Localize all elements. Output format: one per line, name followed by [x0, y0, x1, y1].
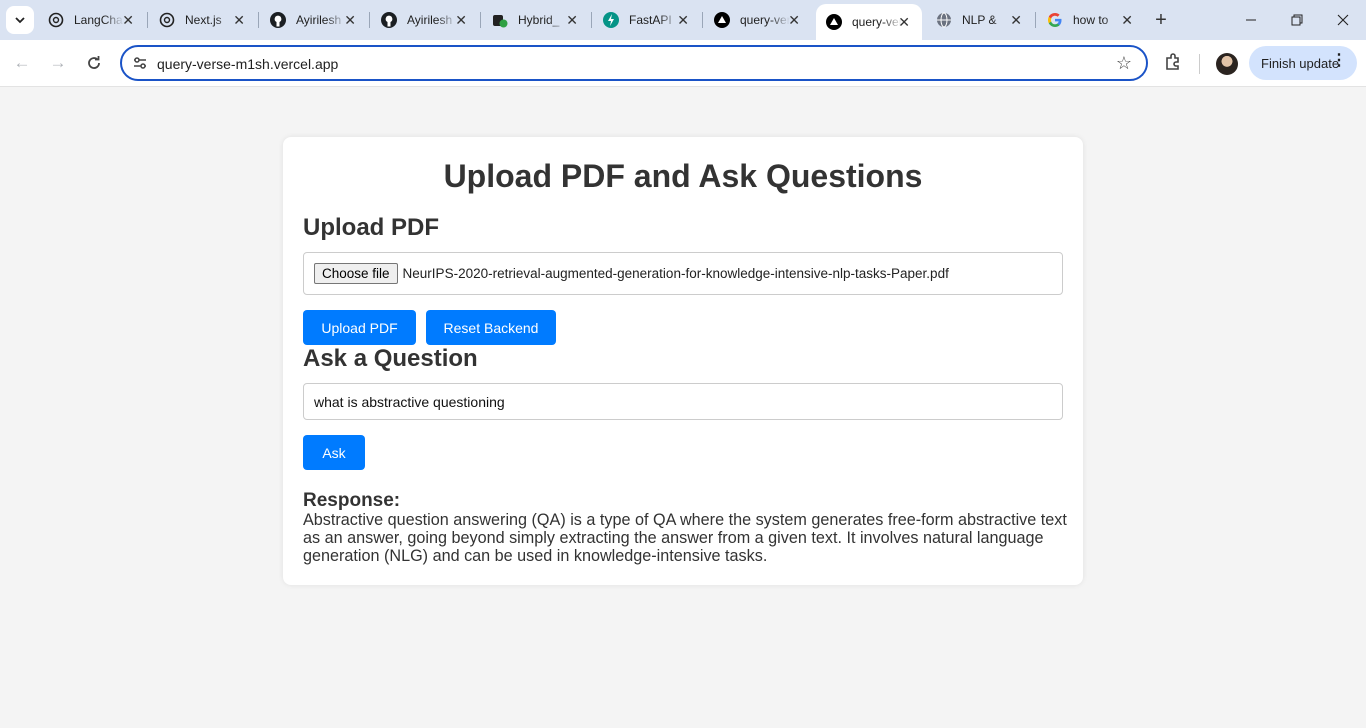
github-icon [270, 12, 286, 28]
toolbar-divider [1199, 54, 1200, 74]
restore-button[interactable] [1274, 0, 1320, 40]
page-title: Upload PDF and Ask Questions [443, 158, 923, 194]
tab-title: Ayirilesh [407, 13, 453, 27]
bookmark-star-icon[interactable]: ☆ [1116, 53, 1132, 74]
tab-fastapi[interactable]: FastAPI ✕ [593, 6, 701, 34]
hybrid-icon [492, 12, 508, 28]
openai-icon [48, 12, 64, 28]
restore-icon [1291, 14, 1303, 26]
tab-divider [369, 12, 370, 28]
google-icon [1047, 12, 1063, 28]
finish-update-button[interactable]: Finish update ⋮ [1249, 46, 1357, 80]
window-close-button[interactable] [1320, 0, 1366, 40]
plus-icon: + [1155, 9, 1167, 31]
ask-heading: Ask a Question [303, 345, 478, 372]
close-icon [1337, 14, 1349, 26]
vercel-icon [826, 14, 842, 30]
chevron-down-icon [15, 17, 25, 24]
reset-backend-button[interactable]: Reset Backend [426, 310, 556, 345]
close-icon[interactable]: ✕ [455, 13, 467, 27]
close-icon[interactable]: ✕ [566, 13, 578, 27]
tab-nextjs[interactable]: Next.js ✕ [149, 6, 257, 34]
tab-strip: LangChain ✕ Next.js ✕ Ayirilesh ✕ Ayiril… [0, 0, 1366, 40]
close-icon[interactable]: ✕ [344, 13, 356, 27]
vercel-icon [714, 12, 730, 28]
globe-icon [936, 12, 952, 28]
close-icon[interactable]: ✕ [1010, 13, 1022, 27]
tab-github-1[interactable]: Ayirilesh ✕ [260, 6, 368, 34]
tab-title: how to [1073, 13, 1109, 27]
tab-nlp[interactable]: NLP & ✕ [926, 6, 1034, 34]
tab-title: query-verse [740, 13, 790, 27]
arrow-right-icon: → [49, 53, 67, 72]
choose-file-button[interactable]: Choose file [314, 263, 398, 284]
forward-button[interactable]: → [45, 50, 71, 76]
reload-icon [88, 56, 100, 69]
response-label: Response: [303, 490, 401, 511]
upload-pdf-button[interactable]: Upload PDF [303, 310, 416, 345]
tab-title: Ayirilesh [296, 13, 342, 27]
browser-toolbar: ← → query-verse-m1sh.vercel.app ☆ Finish… [0, 40, 1366, 87]
tab-langchain[interactable]: LangChain ✕ [38, 6, 146, 34]
close-icon[interactable]: ✕ [898, 15, 910, 29]
site-settings-icon[interactable] [132, 55, 148, 76]
close-icon[interactable]: ✕ [677, 13, 689, 27]
response-text: Abstractive question answering (QA) is a… [303, 511, 1067, 565]
reload-button[interactable] [81, 50, 107, 76]
tab-title: Hybrid_ [518, 13, 560, 27]
more-menu-icon[interactable]: ⋮ [1331, 53, 1347, 69]
tab-google[interactable]: how to ✕ [1037, 6, 1145, 34]
arrow-left-icon: ← [13, 53, 31, 72]
fastapi-icon [603, 12, 619, 28]
finish-update-label: Finish update [1261, 55, 1340, 71]
tab-divider [702, 12, 703, 28]
close-icon[interactable]: ✕ [233, 13, 245, 27]
close-icon[interactable]: ✕ [788, 13, 800, 27]
selected-file-name: NeurIPS-2020-retrieval-augmented-generat… [402, 266, 949, 281]
main-card: Upload PDF and Ask Questions Upload PDF … [283, 137, 1083, 585]
url-text[interactable]: query-verse-m1sh.vercel.app [157, 56, 338, 72]
tab-github-2[interactable]: Ayirilesh ✕ [371, 6, 479, 34]
extensions-icon[interactable] [1163, 52, 1183, 77]
address-bar[interactable]: query-verse-m1sh.vercel.app ☆ [120, 45, 1148, 81]
tab-divider [258, 12, 259, 28]
tab-title: query-verse [852, 15, 902, 29]
new-tab-button[interactable]: + [1150, 9, 1172, 31]
question-input[interactable] [303, 383, 1063, 420]
github-icon [381, 12, 397, 28]
tab-divider [1035, 12, 1036, 28]
tab-title: NLP & [962, 13, 997, 27]
avatar[interactable] [1216, 53, 1238, 75]
tab-title: Next.js [185, 13, 222, 27]
back-button[interactable]: ← [9, 50, 35, 76]
openai-icon [159, 12, 175, 28]
close-icon[interactable]: ✕ [122, 13, 134, 27]
close-icon[interactable]: ✕ [1121, 13, 1133, 27]
tab-divider [147, 12, 148, 28]
minimize-button[interactable] [1228, 0, 1274, 40]
tab-query-verse-1[interactable]: query-verse ✕ [704, 6, 812, 34]
tab-divider [480, 12, 481, 28]
file-input[interactable]: Choose file NeurIPS-2020-retrieval-augme… [303, 252, 1063, 295]
upload-heading: Upload PDF [303, 214, 439, 241]
minimize-icon [1246, 19, 1256, 21]
ask-button[interactable]: Ask [303, 435, 365, 470]
tab-divider [591, 12, 592, 28]
tab-title: LangChain [74, 13, 124, 27]
tab-title: FastAPI [629, 13, 672, 27]
tab-hybrid[interactable]: Hybrid_ ✕ [482, 6, 590, 34]
tab-search-button[interactable] [6, 6, 34, 34]
tab-query-verse-active[interactable]: query-verse ✕ [816, 4, 922, 40]
